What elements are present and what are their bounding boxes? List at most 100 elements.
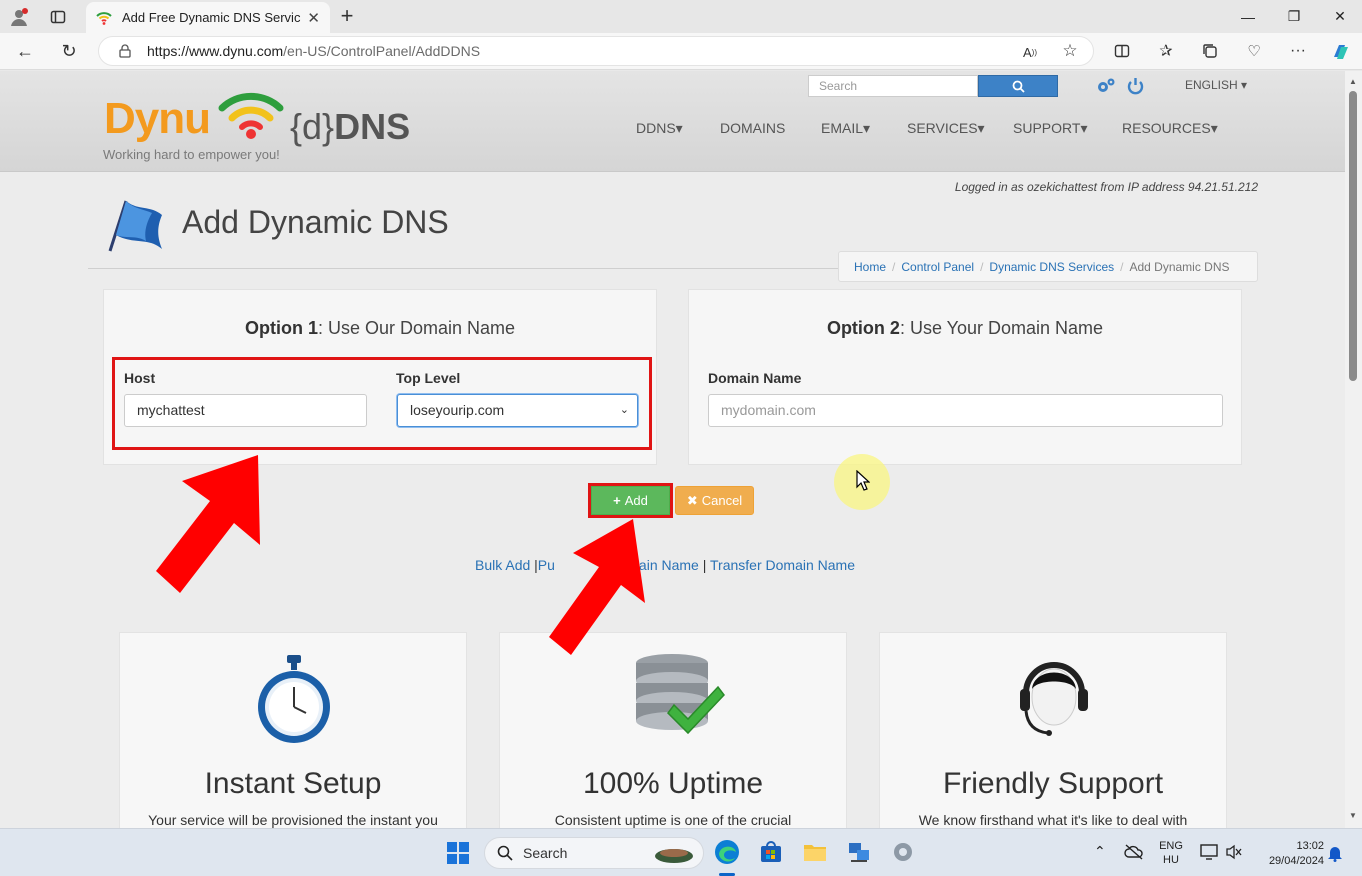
feature-title: Instant Setup <box>204 767 382 800</box>
web-page: Dynu {d}DNS Working hard to empower you!… <box>0 71 1345 828</box>
plus-icon: + <box>613 493 621 508</box>
monitor-icon[interactable] <box>1200 844 1218 860</box>
close-tab-icon[interactable]: ✕ <box>307 9 320 27</box>
browser-toolbar: ← ↻ https://www.dynu.com/en-US/ControlPa… <box>0 33 1362 70</box>
highlight-box-inputs <box>112 357 652 450</box>
clock[interactable]: 13:02 29/04/2024 <box>1254 839 1324 869</box>
scrollbar-thumb[interactable] <box>1349 91 1357 381</box>
feature-card-instant-setup: Instant Setup Your service will be provi… <box>119 632 467 828</box>
url-path: /en-US/ControlPanel/AddDDNS <box>283 43 481 59</box>
breadcrumb: Home / Control Panel / Dynamic DNS Service… <box>838 251 1258 282</box>
transfer-domain-link[interactable]: Transfer Domain Name <box>710 557 855 573</box>
feature-card-uptime: 100% Uptime Consistent uptime is one of … <box>499 632 847 828</box>
site-search-button[interactable] <box>978 75 1058 97</box>
tagline: Working hard to empower you! <box>103 147 280 162</box>
logo-dynu-text: Dynu <box>104 94 211 143</box>
scroll-up-icon[interactable]: ▲ <box>1349 77 1357 86</box>
feature-card-support: Friendly Support We know firsthand what … <box>879 632 1227 828</box>
profile-icon[interactable] <box>8 6 30 28</box>
url-host: https://www.dynu.com <box>147 43 284 59</box>
feature-text: We know firsthand what it's like to deal… <box>918 812 1188 828</box>
red-arrow-annotation-left <box>156 455 260 593</box>
cloud-offline-icon[interactable] <box>1124 844 1144 860</box>
option1-title: Option 1: Use Our Domain Name <box>244 318 516 338</box>
add-button[interactable]: + Add <box>591 486 670 515</box>
login-status: Logged in as ozekichattest from IP addre… <box>954 180 1258 194</box>
windows-start-icon[interactable] <box>447 842 469 864</box>
nav-domains[interactable]: DOMAINS <box>720 120 785 136</box>
file-explorer-icon[interactable] <box>803 841 827 863</box>
copilot-icon[interactable] <box>1329 40 1353 64</box>
red-arrow-annotation-center <box>549 519 645 655</box>
tab-actions-icon[interactable] <box>48 7 68 27</box>
page-scrollbar[interactable]: ▲ ▼ <box>1345 71 1362 828</box>
close-window-icon[interactable]: ✕ <box>1317 0 1362 33</box>
nav-resources[interactable]: RESOURCES▾ <box>1122 120 1218 137</box>
breadcrumb-control-panel[interactable]: Control Panel <box>901 260 974 274</box>
flag-title-icon <box>108 200 162 252</box>
wifi-logo-icon <box>218 92 284 139</box>
settings-app-icon[interactable] <box>891 841 915 863</box>
breadcrumb-dynamic-dns-services[interactable]: Dynamic DNS Services <box>989 260 1114 274</box>
wifi-favicon-icon <box>96 11 112 25</box>
refresh-icon[interactable]: ↻ <box>58 40 80 62</box>
network-app-icon[interactable] <box>847 841 871 863</box>
mouse-cursor-icon <box>856 470 870 491</box>
speaker-muted-icon[interactable] <box>1226 844 1242 860</box>
feature-text: Consistent uptime is one of the crucial <box>554 812 792 828</box>
edge-browser-icon[interactable] <box>714 839 740 865</box>
address-bar[interactable]: https://www.dynu.com/en-US/ControlPanel/… <box>98 36 1094 66</box>
nav-support[interactable]: SUPPORT▾ <box>1013 120 1087 137</box>
nav-services[interactable]: SERVICES▾ <box>907 120 985 137</box>
feature-title: Friendly Support <box>942 767 1164 800</box>
microsoft-store-icon[interactable] <box>760 841 782 863</box>
collections-icon[interactable] <box>1200 41 1220 61</box>
more-menu-icon[interactable]: ··· <box>1288 41 1308 61</box>
search-highlight-image-icon <box>655 849 693 863</box>
feature-text: Your service will be provisioned the ins… <box>148 812 438 828</box>
new-tab-icon[interactable]: + <box>336 3 358 28</box>
feature-title: 100% Uptime <box>582 767 764 800</box>
split-screen-icon[interactable] <box>1112 41 1132 61</box>
nav-ddns[interactable]: DDNS▾ <box>636 120 683 137</box>
language-selector[interactable]: ENGLISH ▾ <box>1185 78 1247 92</box>
tab-title: Add Free Dynamic DNS Service | <box>122 10 302 25</box>
nav-email[interactable]: EMAIL▾ <box>821 120 870 137</box>
option2-card: Option 2: Use Your Domain Name Domain Na… <box>688 289 1242 465</box>
site-header: Dynu {d}DNS Working hard to empower you!… <box>0 71 1345 172</box>
taskbar-search[interactable]: Search <box>484 837 704 869</box>
search-icon <box>497 845 513 861</box>
read-aloud-icon[interactable]: A)) <box>1020 42 1040 62</box>
notification-bell-icon[interactable] <box>1327 844 1343 862</box>
site-search-input[interactable]: Search <box>808 75 978 97</box>
option2-title: Option 2: Use Your Domain Name <box>826 318 1104 338</box>
search-icon <box>1012 80 1025 93</box>
back-icon[interactable]: ← <box>14 40 36 62</box>
show-hidden-icons[interactable]: ⌃ <box>1094 843 1106 860</box>
restore-icon[interactable]: ❐ <box>1271 0 1317 33</box>
minimize-icon[interactable]: — <box>1225 0 1271 33</box>
page-title: Add Dynamic DNS <box>182 204 449 240</box>
stopwatch-icon <box>258 655 330 743</box>
favorite-star-icon[interactable]: ☆ <box>1060 41 1080 61</box>
browser-essentials-icon[interactable]: ♡ <box>1244 41 1264 61</box>
domain-links-row: Bulk Add |Pu ain Name | Transfer Domain N… <box>475 557 855 573</box>
lock-icon <box>119 44 131 58</box>
domain-name-label: Domain Name <box>708 370 802 386</box>
breadcrumb-home[interactable]: Home <box>854 260 886 274</box>
windows-taskbar: Search ⌃ ENG HU 13:02 29/04/2024 <box>0 828 1362 876</box>
bulk-add-link[interactable]: Bulk Add <box>475 557 530 573</box>
cancel-button[interactable]: ✖ Cancel <box>675 486 754 515</box>
database-check-icon <box>636 654 725 735</box>
scroll-down-icon[interactable]: ▼ <box>1349 811 1357 820</box>
favorites-icon[interactable]: ✰ <box>1156 41 1176 61</box>
browser-titlebar: Add Free Dynamic DNS Service | ✕ + — ❐ ✕ <box>0 0 1362 33</box>
domain-name-input[interactable]: mydomain.com <box>708 394 1223 427</box>
breadcrumb-current: Add Dynamic DNS <box>1129 259 1230 274</box>
input-language[interactable]: ENG HU <box>1158 839 1184 867</box>
logo-ddns-text: {d}DNS <box>290 106 411 147</box>
settings-gears-icon[interactable] <box>1096 77 1116 95</box>
browser-tab-active[interactable]: Add Free Dynamic DNS Service | ✕ <box>86 2 330 33</box>
headset-support-icon <box>1020 662 1088 736</box>
power-logout-icon[interactable] <box>1127 77 1144 95</box>
